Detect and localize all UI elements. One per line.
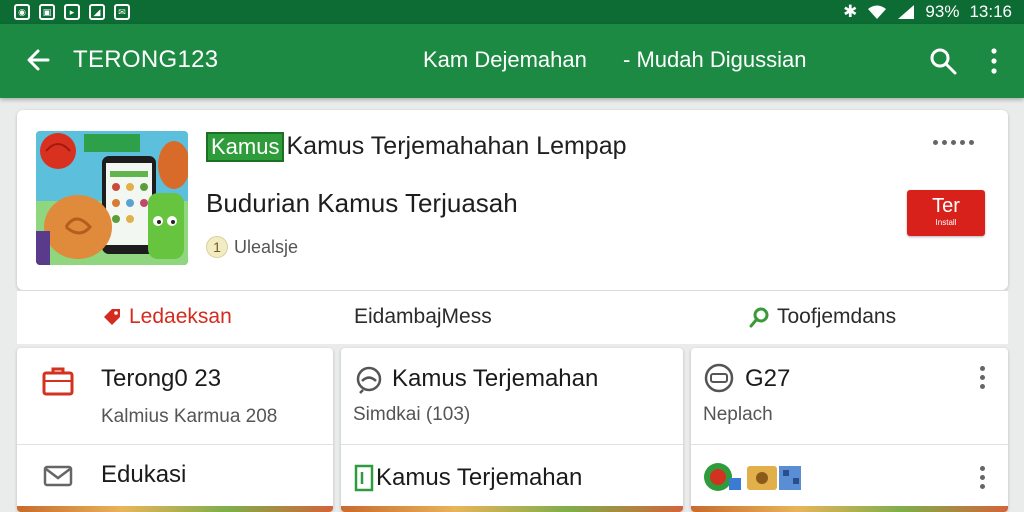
notification-icon-4: ◢: [89, 4, 105, 20]
tile-bottom-label: Kamus Terjemahan: [376, 464, 583, 491]
app-bar-subtitle-right: - Mudah Digussian: [623, 47, 807, 72]
tile-image-strip: [17, 506, 333, 512]
tab-eidambajmess[interactable]: EidambajMess: [354, 305, 492, 329]
app-bar-title: TERONG123: [73, 46, 219, 73]
battery-level: 93%: [925, 2, 960, 21]
tag-icon: [104, 309, 120, 325]
back-arrow-icon[interactable]: [22, 44, 54, 76]
overflow-menu-icon[interactable]: [984, 46, 1004, 76]
tile-kamus-terjemahan[interactable]: Kamus Terjemahan Simdkai (103) Kamus Ter…: [341, 348, 683, 512]
tile-bottom-label: Edukasi: [101, 461, 187, 488]
tile-g27[interactable]: G27 Neplach: [691, 348, 1008, 512]
tab-label: Toofjemdans: [777, 305, 897, 328]
mail-icon: [43, 465, 73, 487]
tab-label: EidambajMess: [354, 305, 492, 328]
tile-more-icon[interactable]: [980, 466, 986, 489]
app-icons-cluster-icon: [704, 463, 801, 491]
tile-title: Terong0 23: [101, 365, 222, 392]
tile-terong[interactable]: Terong0 23 Kalmius Karmua 208 Edukasi: [17, 348, 333, 512]
bluetooth-icon: ✱: [843, 2, 858, 21]
notification-icon-3: ▸: [64, 4, 80, 20]
tile-title: G27: [745, 365, 791, 392]
notification-icons: ◉ ▣ ▸ ◢ ✉: [14, 4, 130, 20]
app-meta: 1 Ulealsje: [206, 236, 298, 258]
book-icon: [354, 464, 374, 492]
search-icon[interactable]: [928, 46, 958, 76]
app-developer: Budurian Kamus Terjuasah: [206, 188, 518, 218]
signal-icon: [898, 5, 915, 19]
app-bar: TERONG123 Kam Dejemahan - Mudah Digussia…: [0, 24, 1024, 98]
game-icon: [704, 363, 734, 393]
tile-divider: [341, 444, 683, 445]
search-icon: [749, 307, 769, 328]
tab-label: Ledaeksan: [129, 305, 232, 328]
tile-divider: [691, 444, 1008, 445]
tile-subtitle: Neplach: [703, 404, 773, 425]
tile-subtitle: Simdkai (103): [353, 404, 471, 425]
tile-divider: [17, 444, 333, 445]
chat-icon: [356, 366, 382, 394]
tile-image-strip: [691, 506, 1008, 512]
app-illustration-icon: [36, 131, 188, 265]
notification-icon-5: ✉: [114, 4, 130, 20]
tile-subtitle: Kalmius Karmua 208: [101, 406, 278, 427]
app-title-text: Kamus Terjemahahan Lempap: [286, 132, 627, 160]
tile-title: Kamus Terjemahan: [392, 365, 599, 392]
tab-ledaeksan[interactable]: Ledaeksan: [101, 305, 232, 329]
tile-more-icon[interactable]: [980, 366, 986, 389]
app-title: Kamus Kamus Terjemahahan Lempap: [206, 132, 627, 162]
install-button-label: Ter: [932, 195, 960, 217]
tab-toofjemdans[interactable]: Toofjemdans: [749, 305, 896, 329]
app-title-badge: Kamus: [206, 132, 285, 162]
install-button[interactable]: Ter Install: [907, 190, 985, 236]
tile-image-strip: [341, 506, 683, 512]
rating-coin-icon: 1: [206, 236, 228, 258]
category-tabs: Ledaeksan EidambajMess Toofjemdans: [17, 290, 1008, 344]
wifi-icon: [868, 5, 887, 19]
status-bar: ◉ ▣ ▸ ◢ ✉ ✱ 93% 13:16: [0, 0, 1024, 24]
app-listing-card[interactable]: Kamus Kamus Terjemahahan Lempap Budurian …: [17, 110, 1008, 290]
notification-icon-2: ▣: [39, 4, 55, 20]
app-bar-subtitle-left: Kam Dejemahan: [423, 47, 587, 72]
app-meta-label: Ulealsje: [234, 236, 299, 257]
clock: 13:16: [969, 2, 1012, 21]
notification-icon-1: ◉: [14, 4, 30, 20]
app-thumbnail[interactable]: [36, 131, 188, 265]
install-button-sublabel: Install: [935, 218, 957, 227]
briefcase-icon: [42, 367, 74, 396]
card-more-icon[interactable]: [933, 140, 974, 145]
